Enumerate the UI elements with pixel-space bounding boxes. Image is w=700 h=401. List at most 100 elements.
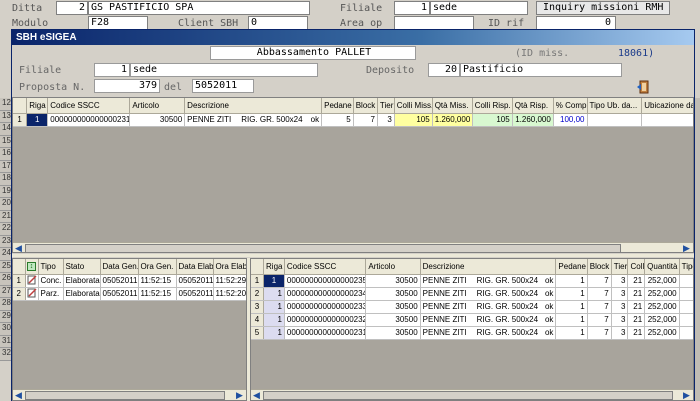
column-header[interactable]: Tipo Ub. da... xyxy=(587,98,643,114)
ditta-name-field[interactable]: GS PASTIFICIO SPA xyxy=(88,1,310,15)
block-cell[interactable]: 7 xyxy=(353,113,378,127)
colli-miss-cell[interactable]: 105 xyxy=(394,113,433,127)
column-header[interactable]: Tipo Ub. xyxy=(679,259,693,275)
column-header[interactable]: Qtà Risp. xyxy=(512,98,554,114)
riga-cell[interactable]: 1 xyxy=(263,300,285,314)
sscc-cell[interactable]: 000000000000000235 xyxy=(284,274,367,288)
column-header[interactable]: Block xyxy=(587,259,612,275)
scroll-right-icon[interactable]: ▶ xyxy=(234,390,245,400)
stato-cell[interactable]: Elaborata xyxy=(63,274,101,288)
column-header[interactable]: Descrizione xyxy=(184,98,323,114)
column-header[interactable]: Colli Miss. xyxy=(394,98,433,114)
column-header[interactable]: Codice SSCC xyxy=(284,259,367,275)
table-row[interactable]: 2 1 000000000000000234 30500 PENNE ZITI RIG. … xyxy=(251,287,693,301)
tier-cell[interactable]: 3 xyxy=(377,113,395,127)
articolo-cell[interactable]: 30500 xyxy=(129,113,186,127)
left-grid-hscroll[interactable]: ◀ ▶ xyxy=(13,389,246,400)
row-header[interactable]: 4 xyxy=(251,313,265,327)
row-header[interactable]: 2 xyxy=(251,287,265,301)
column-header[interactable]: Data Gen. xyxy=(100,259,139,275)
scroll-left-icon[interactable]: ◀ xyxy=(251,390,262,400)
articolo-cell[interactable]: 30500 xyxy=(365,287,421,301)
empty-cell[interactable] xyxy=(679,274,693,288)
column-header[interactable]: Articolo xyxy=(365,259,421,275)
row-header[interactable]: 2 xyxy=(13,287,26,301)
colli-cell[interactable]: 21 xyxy=(627,274,646,288)
area-op-field[interactable] xyxy=(394,16,474,30)
sscc-cell[interactable]: 000000000000000231 xyxy=(47,113,131,127)
row-header[interactable]: 1 xyxy=(251,274,265,288)
quantita-cell[interactable]: 252,000 xyxy=(644,287,680,301)
data-elab-cell[interactable]: 05052011 xyxy=(176,274,214,288)
sscc-cell[interactable]: 000000000000000234 xyxy=(284,287,367,301)
pedane-cell[interactable]: 1 xyxy=(555,326,588,340)
empty-cell[interactable] xyxy=(679,287,693,301)
column-header[interactable]: Pedane xyxy=(321,98,354,114)
descrizione-cell[interactable]: PENNE ZITI RIG. GR. 500x24 ok xyxy=(184,113,323,127)
column-header[interactable]: Tier xyxy=(611,259,629,275)
column-header[interactable]: Pedane xyxy=(555,259,588,275)
colli-cell[interactable]: 21 xyxy=(627,300,646,314)
scroll-thumb[interactable] xyxy=(25,244,621,252)
scroll-left-icon[interactable]: ◀ xyxy=(13,243,24,252)
column-header[interactable]: Ora Gen. xyxy=(138,259,177,275)
riga-cell[interactable]: 1 xyxy=(263,326,285,340)
stato-cell[interactable]: Elaborata xyxy=(63,287,101,301)
tier-cell[interactable]: 3 xyxy=(611,326,629,340)
tier-cell[interactable]: 3 xyxy=(611,274,629,288)
block-cell[interactable]: 7 xyxy=(587,326,612,340)
table-row[interactable]: 1 Conc. Elaborata 05052011 11:52:15 05052011 1… xyxy=(13,274,246,288)
refresh-icon[interactable]: ↕ xyxy=(25,259,39,275)
sscc-cell[interactable]: 000000000000000233 xyxy=(284,300,367,314)
pedane-cell[interactable]: 1 xyxy=(555,274,588,288)
empty-cell[interactable] xyxy=(679,326,693,340)
bg-filiale-name-field[interactable]: sede xyxy=(430,1,528,15)
table-row[interactable]: 2 Parz. Elaborata 05052011 11:52:15 05052011 1… xyxy=(13,287,246,301)
quantita-cell[interactable]: 252,000 xyxy=(644,326,680,340)
quantita-cell[interactable]: 252,000 xyxy=(644,274,680,288)
row-header[interactable]: 5 xyxy=(251,326,265,340)
empty-cell[interactable] xyxy=(679,313,693,327)
colli-cell[interactable]: 21 xyxy=(627,326,646,340)
bg-filiale-code-field[interactable]: 1 xyxy=(394,1,430,15)
descrizione-cell[interactable]: PENNE ZITI RIG. GR. 500x24 ok xyxy=(420,300,557,314)
column-header[interactable]: Colli xyxy=(627,259,646,275)
sscc-cell[interactable]: 000000000000000232 xyxy=(284,313,367,327)
scroll-right-icon[interactable]: ▶ xyxy=(681,243,692,252)
tipo-cell[interactable]: Conc. xyxy=(38,274,64,288)
column-header[interactable]: Block xyxy=(353,98,378,114)
edit-icon[interactable] xyxy=(25,274,39,288)
row-header[interactable]: 3 xyxy=(251,300,265,314)
data-gen-cell[interactable]: 05052011 xyxy=(100,274,139,288)
articolo-cell[interactable]: 30500 xyxy=(365,313,421,327)
descrizione-cell[interactable]: PENNE ZITI RIG. GR. 500x24 ok xyxy=(420,287,557,301)
inquiry-missioni-button[interactable]: Inquiry missioni RMH xyxy=(536,1,671,15)
column-header[interactable]: Descrizione xyxy=(420,259,557,275)
articolo-cell[interactable]: 30500 xyxy=(365,274,421,288)
scroll-thumb[interactable] xyxy=(263,391,673,400)
articolo-cell[interactable]: 30500 xyxy=(365,300,421,314)
column-header[interactable]: % Comp. xyxy=(553,98,588,114)
column-header[interactable]: Ubicazione da... xyxy=(641,98,693,114)
tier-cell[interactable]: 3 xyxy=(611,313,629,327)
ora-gen-cell[interactable]: 11:52:15 xyxy=(138,287,177,301)
column-header[interactable]: Articolo xyxy=(129,98,186,114)
descrizione-cell[interactable]: PENNE ZITI RIG. GR. 500x24 ok xyxy=(420,326,557,340)
riga-cell[interactable]: 1 xyxy=(263,287,285,301)
tier-cell[interactable]: 3 xyxy=(611,287,629,301)
tier-cell[interactable]: 3 xyxy=(611,300,629,314)
sscc-cell[interactable]: 000000000000000231 xyxy=(284,326,367,340)
data-gen-cell[interactable]: 05052011 xyxy=(100,287,139,301)
column-header[interactable]: Stato xyxy=(63,259,101,275)
block-cell[interactable]: 7 xyxy=(587,287,612,301)
articolo-cell[interactable]: 30500 xyxy=(365,326,421,340)
edit-icon[interactable] xyxy=(25,287,39,301)
scroll-left-icon[interactable]: ◀ xyxy=(13,390,24,400)
column-header[interactable]: Data Elab xyxy=(176,259,214,275)
horizontal-splitter[interactable] xyxy=(12,254,694,257)
block-cell[interactable]: 7 xyxy=(587,274,612,288)
ora-elab-cell[interactable]: 11:52:29 xyxy=(213,274,246,288)
table-row[interactable]: 1 1 000000000000000235 30500 PENNE ZITI RIG. … xyxy=(251,274,693,288)
riga-cell[interactable]: 1 xyxy=(263,313,285,327)
quantita-cell[interactable]: 252,000 xyxy=(644,313,680,327)
